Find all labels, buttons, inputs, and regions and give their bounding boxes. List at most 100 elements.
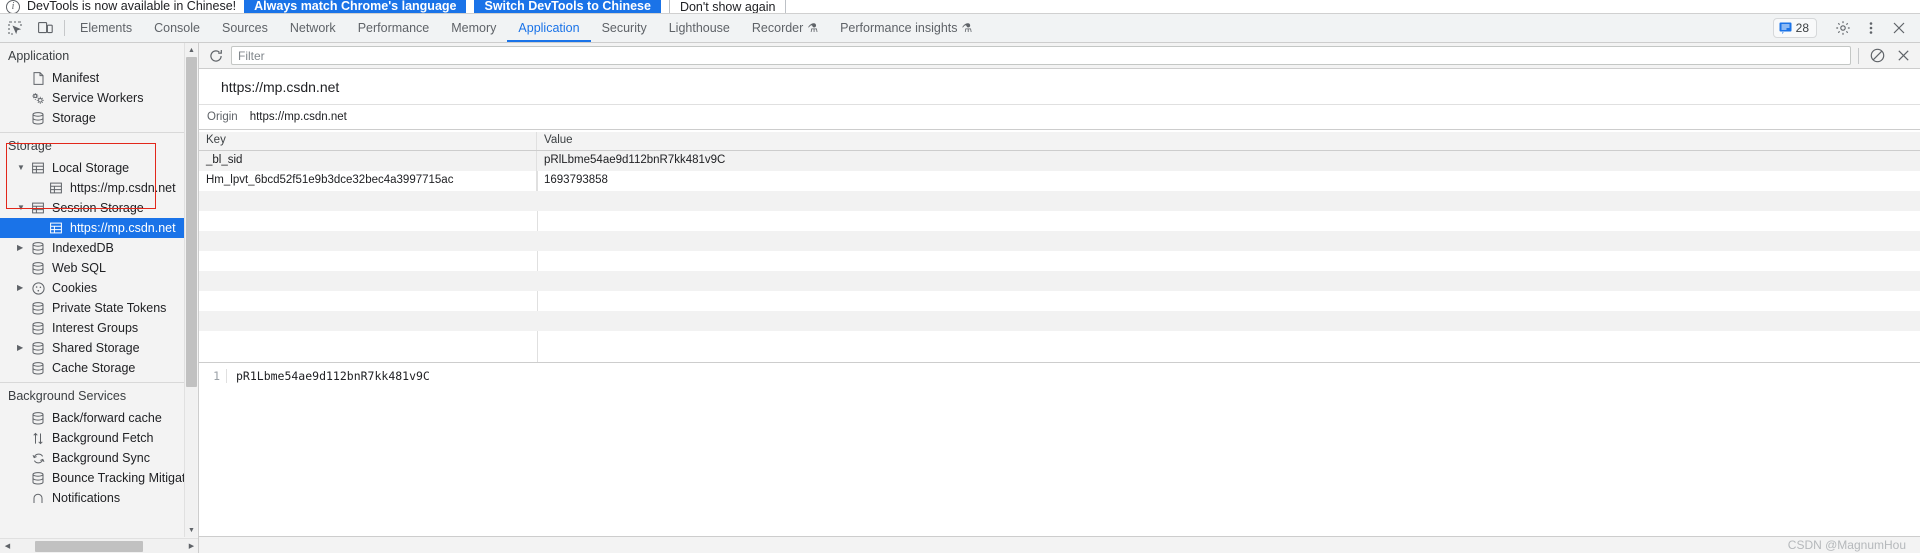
sidebar-item-notifications[interactable]: Notifications bbox=[0, 488, 186, 508]
database-icon bbox=[30, 471, 46, 485]
sidebar-item-local-storage[interactable]: ▼ Local Storage bbox=[0, 158, 186, 178]
cell-value[interactable]: pRlLbme54ae9d112bnR7kk481v9C bbox=[537, 151, 1920, 171]
sidebar-item-label: Shared Storage bbox=[52, 341, 140, 355]
sidebar-item-session-storage[interactable]: ▼ Session Storage bbox=[0, 198, 186, 218]
tab-elements[interactable]: Elements bbox=[69, 14, 143, 42]
tab-label: Lighthouse bbox=[668, 21, 730, 35]
application-sidebar: Application Manifest Service Workers Sto… bbox=[0, 43, 199, 553]
scroll-down-arrow-icon[interactable]: ▼ bbox=[185, 523, 198, 537]
scrollbar-track[interactable] bbox=[15, 539, 184, 553]
sidebar-item-indexeddb[interactable]: ▶ IndexedDB bbox=[0, 238, 186, 258]
line-number: 1 bbox=[199, 369, 227, 383]
arrows-updown-icon bbox=[30, 432, 46, 445]
sidebar-item-back-forward-cache[interactable]: Back/forward cache bbox=[0, 408, 186, 428]
toolbar-divider bbox=[1858, 47, 1859, 64]
delete-icon[interactable] bbox=[1892, 45, 1914, 67]
tab-performance-insights[interactable]: Performance insights ⚗ bbox=[829, 14, 983, 42]
tab-label: Elements bbox=[80, 21, 133, 35]
experiment-flask-icon: ⚗ bbox=[961, 21, 973, 35]
chevron-right-icon[interactable]: ▶ bbox=[17, 244, 27, 252]
sidebar-item-local-storage-origin[interactable]: https://mp.csdn.net bbox=[0, 178, 186, 198]
sidebar-item-private-state-tokens[interactable]: Private State Tokens bbox=[0, 298, 186, 318]
column-header-value[interactable]: Value bbox=[537, 132, 1920, 150]
message-count: 28 bbox=[1795, 21, 1809, 35]
scrollbar-thumb[interactable] bbox=[35, 540, 143, 552]
sidebar-item-label: Manifest bbox=[52, 71, 100, 85]
tab-security[interactable]: Security bbox=[591, 14, 658, 42]
tab-label: Memory bbox=[451, 21, 497, 35]
origin-label: Origin bbox=[207, 111, 238, 123]
sidebar-item-manifest[interactable]: Manifest bbox=[0, 68, 186, 88]
tab-performance[interactable]: Performance bbox=[347, 14, 441, 42]
sidebar-item-web-sql[interactable]: Web SQL bbox=[0, 258, 186, 278]
sidebar-vertical-scrollbar[interactable]: ▲ ▼ bbox=[184, 43, 197, 537]
scrollbar-thumb[interactable] bbox=[186, 57, 197, 387]
chevron-right-icon[interactable]: ▶ bbox=[17, 344, 27, 352]
clear-icon[interactable] bbox=[1866, 45, 1888, 67]
sidebar-item-storage[interactable]: Storage bbox=[0, 108, 186, 128]
table-row[interactable]: _bl_sid pRlLbme54ae9d112bnR7kk481v9C bbox=[199, 151, 1920, 171]
table-row[interactable]: Hm_lpvt_6bcd52f51e9b3dce32bec4a3997715ac… bbox=[199, 171, 1920, 191]
console-message-count-badge[interactable]: 28 bbox=[1772, 18, 1817, 38]
sidebar-item-cookies[interactable]: ▶ Cookies bbox=[0, 278, 186, 298]
tab-label: Console bbox=[154, 21, 200, 35]
filter-input[interactable] bbox=[231, 46, 1851, 65]
sidebar-horizontal-scrollbar[interactable]: ◀ ▶ bbox=[0, 538, 198, 553]
gear-icon[interactable] bbox=[1830, 16, 1856, 40]
switch-devtools-to-chinese-button[interactable]: Switch DevTools to Chinese bbox=[474, 0, 661, 13]
column-header-key[interactable]: Key bbox=[199, 132, 537, 150]
chevron-down-icon[interactable]: ▼ bbox=[17, 164, 27, 172]
sidebar-item-label: Interest Groups bbox=[52, 321, 139, 335]
refresh-icon[interactable] bbox=[205, 45, 227, 67]
storage-data-grid[interactable]: Key Value _bl_sid pRlLbme54ae9d112bnR7kk… bbox=[199, 132, 1920, 362]
preview-code[interactable]: pR1Lbme54ae9d112bnR7kk481v9C bbox=[227, 369, 430, 383]
sidebar-item-session-storage-origin[interactable]: https://mp.csdn.net bbox=[0, 218, 186, 238]
tab-application[interactable]: Application bbox=[507, 14, 591, 42]
tab-memory[interactable]: Memory bbox=[440, 14, 507, 42]
tab-console[interactable]: Console bbox=[143, 14, 211, 42]
sidebar-item-interest-groups[interactable]: Interest Groups bbox=[0, 318, 186, 338]
sidebar-item-cache-storage[interactable]: Cache Storage bbox=[0, 358, 186, 378]
dont-show-again-button[interactable]: Don't show again bbox=[668, 0, 787, 13]
close-icon[interactable] bbox=[1886, 16, 1912, 40]
sidebar-item-label: Bounce Tracking Mitigatio bbox=[52, 471, 186, 485]
database-icon bbox=[30, 111, 46, 125]
sidebar-item-shared-storage[interactable]: ▶ Shared Storage bbox=[0, 338, 186, 358]
tab-network[interactable]: Network bbox=[279, 14, 347, 42]
chevron-right-icon[interactable]: ▶ bbox=[17, 284, 27, 292]
sidebar-item-label: Storage bbox=[52, 111, 96, 125]
sidebar-item-background-fetch[interactable]: Background Fetch bbox=[0, 428, 186, 448]
sync-icon bbox=[30, 452, 46, 465]
device-toolbar-icon[interactable] bbox=[30, 14, 60, 42]
always-match-chrome-language-button[interactable]: Always match Chrome's language bbox=[244, 0, 467, 13]
sidebar-item-bounce-tracking-mitigations[interactable]: Bounce Tracking Mitigatio bbox=[0, 468, 186, 488]
watermark: CSDN @MagnumHou bbox=[1787, 538, 1906, 552]
devtools-tab-bar: Elements Console Sources Network Perform… bbox=[0, 14, 1920, 43]
tab-recorder[interactable]: Recorder ⚗ bbox=[741, 14, 829, 42]
sidebar-item-label: https://mp.csdn.net bbox=[70, 181, 176, 195]
tabbar-spacer bbox=[983, 14, 1772, 42]
cell-value[interactable]: 1693793858 bbox=[537, 171, 1920, 191]
sidebar-item-label: Cookies bbox=[52, 281, 98, 295]
chevron-down-icon[interactable]: ▼ bbox=[17, 204, 27, 212]
scroll-up-arrow-icon[interactable]: ▲ bbox=[185, 43, 198, 57]
scroll-right-arrow-icon[interactable]: ▶ bbox=[184, 539, 198, 553]
bell-icon bbox=[30, 492, 46, 505]
value-preview-pane[interactable]: 1 pR1Lbme54ae9d112bnR7kk481v9C bbox=[199, 362, 1920, 536]
database-icon bbox=[30, 361, 46, 375]
kebab-menu-icon[interactable] bbox=[1858, 16, 1884, 40]
gears-icon bbox=[30, 92, 46, 105]
tab-sources[interactable]: Sources bbox=[211, 14, 279, 42]
cell-key[interactable]: _bl_sid bbox=[199, 151, 537, 171]
inspect-element-icon[interactable] bbox=[0, 14, 30, 42]
sidebar-section-background-services: Background Services bbox=[8, 389, 127, 403]
cell-key[interactable]: Hm_lpvt_6bcd52f51e9b3dce32bec4a3997715ac bbox=[199, 171, 537, 191]
tab-lighthouse[interactable]: Lighthouse bbox=[658, 14, 741, 42]
sidebar-item-label: Local Storage bbox=[52, 161, 130, 175]
grid-header-row: Key Value bbox=[199, 132, 1920, 151]
scroll-left-arrow-icon[interactable]: ◀ bbox=[0, 539, 15, 553]
origin-value: https://mp.csdn.net bbox=[249, 111, 347, 123]
sidebar-item-service-workers[interactable]: Service Workers bbox=[0, 88, 186, 108]
sidebar-item-label: Notifications bbox=[52, 491, 121, 505]
sidebar-item-background-sync[interactable]: Background Sync bbox=[0, 448, 186, 468]
